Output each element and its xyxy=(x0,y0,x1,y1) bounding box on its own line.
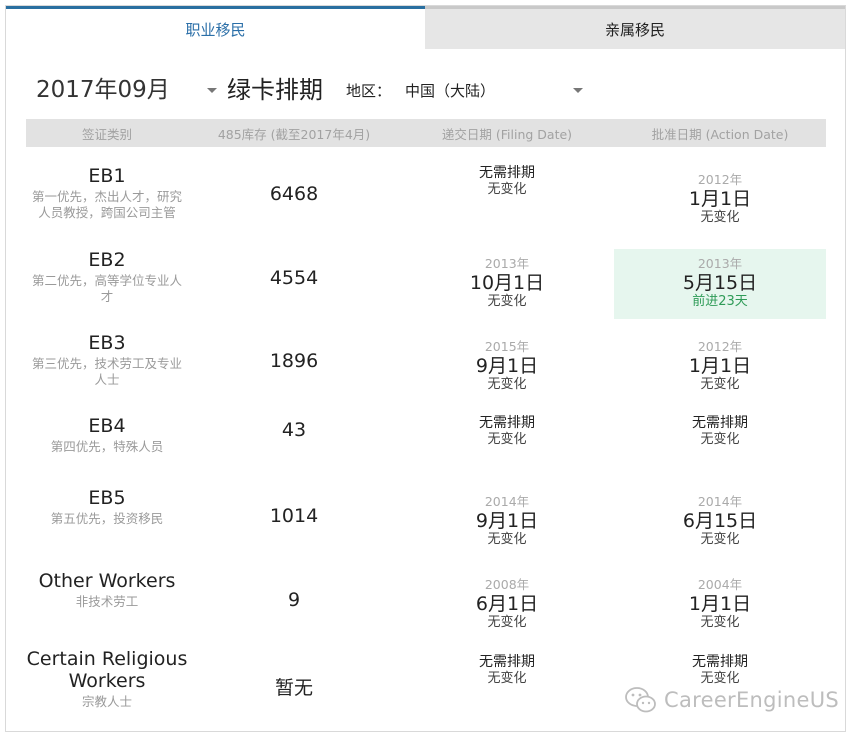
date-value: 5月15日 xyxy=(682,272,758,294)
category-code: EB3 xyxy=(88,332,126,354)
date-year: 2008年 xyxy=(484,577,530,592)
category-cell: EB5 第五优先，投资移民 xyxy=(26,487,188,527)
filter-bar: 2017年09月 绿卡排期 地区： 中国（大陆） xyxy=(6,66,845,110)
category-description: 宗教人士 xyxy=(81,694,132,709)
category-cell: EB4 第四优先，特殊人员 xyxy=(26,415,188,455)
advance-text: 前进23天 xyxy=(692,294,748,309)
category-description: 第五优先，投资移民 xyxy=(50,511,164,526)
inventory-count: 1014 xyxy=(269,505,319,527)
change-text: 无变化 xyxy=(700,210,740,225)
inventory-count: 43 xyxy=(281,419,307,441)
category-code: EB2 xyxy=(88,249,126,271)
no-wait-text: 无需排期 xyxy=(692,654,748,670)
table-row: EB2 第二优先，高等学位专业人才 4554 2013年 10月1日 无变化 2013年 5月… xyxy=(26,231,826,319)
no-wait-text: 无需排期 xyxy=(479,654,535,670)
column-header: 递交日期 (Filing Date) xyxy=(441,126,573,142)
category-description: 第二优先，高等学位专业人才 xyxy=(31,273,182,304)
watermark-text: CareerEngineUS xyxy=(664,688,840,712)
date-year: 2015年 xyxy=(484,339,530,354)
table-row: EB4 第四优先，特殊人员 43 无需排期 无变化 无需排期 无变化 xyxy=(26,397,826,469)
date-year: 2012年 xyxy=(697,339,743,354)
change-text: 无变化 xyxy=(487,671,527,686)
category-description: 非技术劳工 xyxy=(75,594,139,609)
category-description: 第四优先，特殊人员 xyxy=(50,439,164,454)
category-cell: EB2 第二优先，高等学位专业人才 xyxy=(26,249,188,305)
change-text: 无变化 xyxy=(487,615,527,630)
date-value: 9月1日 xyxy=(475,510,539,532)
inventory-count: 1896 xyxy=(269,350,319,372)
change-text: 无变化 xyxy=(700,532,740,547)
date-year: 2014年 xyxy=(697,494,743,509)
change-text: 无变化 xyxy=(700,377,740,392)
date-value: 6月15日 xyxy=(682,510,758,532)
table-row: EB3 第三优先，技术劳工及专业人士 1896 2015年 9月1日 无变化 2012年 1月… xyxy=(26,314,826,397)
visa-bulletin-panel: 职业移民 亲属移民 2017年09月 绿卡排期 地区： 中国（大陆） 签证类别 … xyxy=(5,5,846,732)
change-text: 无变化 xyxy=(487,432,527,447)
change-text: 无变化 xyxy=(700,615,740,630)
category-cell: Certain Religious Workers 宗教人士 xyxy=(26,648,188,710)
date-value: 1月1日 xyxy=(688,593,752,615)
category-code: Certain Religious Workers xyxy=(26,648,188,692)
change-text: 无变化 xyxy=(487,532,527,547)
category-code: EB5 xyxy=(88,487,126,509)
change-text: 无变化 xyxy=(487,377,527,392)
date-year: 2012年 xyxy=(697,172,743,187)
category-cell: Other Workers 非技术劳工 xyxy=(26,570,188,610)
date-value: 9月1日 xyxy=(475,355,539,377)
change-text: 无变化 xyxy=(487,294,527,309)
category-code: Other Workers xyxy=(38,570,176,592)
change-text: 无变化 xyxy=(487,182,527,197)
table-header: 签证类别 485库存 (截至2017年4月) 递交日期 (Filing Date… xyxy=(26,119,826,147)
tab-family[interactable]: 亲属移民 xyxy=(425,6,845,49)
inventory-count: 9 xyxy=(287,589,301,611)
category-description: 第一优先，杰出人才，研究人员教授，跨国公司主管 xyxy=(31,189,182,220)
column-header: 签证类别 xyxy=(81,126,132,142)
change-text: 无变化 xyxy=(700,432,740,447)
inventory-count: 4554 xyxy=(269,267,319,289)
category-cell: EB3 第三优先，技术劳工及专业人士 xyxy=(26,332,188,388)
chevron-down-icon[interactable] xyxy=(207,88,217,93)
page-title: 绿卡排期 xyxy=(227,76,323,104)
category-cell: EB1 第一优先，杰出人才，研究人员教授，跨国公司主管 xyxy=(26,165,188,221)
no-wait-text: 无需排期 xyxy=(692,415,748,431)
category-code: EB4 xyxy=(88,415,126,437)
date-value: 1月1日 xyxy=(688,355,752,377)
tab-employment[interactable]: 职业移民 xyxy=(6,6,425,49)
category-description: 第三优先，技术劳工及专业人士 xyxy=(31,356,182,387)
column-header: 485库存 (截至2017年4月) xyxy=(217,126,371,142)
chevron-down-icon[interactable] xyxy=(573,88,583,93)
date-year: 2013年 xyxy=(484,256,530,271)
date-year: 2014年 xyxy=(484,494,530,509)
date-year: 2013年 xyxy=(697,256,743,271)
region-label: 地区： xyxy=(346,82,392,100)
inventory-count: 6468 xyxy=(269,183,319,205)
no-wait-text: 无需排期 xyxy=(479,415,535,431)
watermark: CareerEngineUS xyxy=(624,685,839,715)
date-value: 1月1日 xyxy=(688,188,752,210)
table-row: EB5 第五优先，投资移民 1014 2014年 9月1日 无变化 2014年 6月15日 无变… xyxy=(26,469,826,552)
date-value: 10月1日 xyxy=(469,272,545,294)
wechat-icon xyxy=(625,687,656,713)
month-select[interactable]: 2017年09月 xyxy=(36,70,170,104)
month-value: 2017年09月 xyxy=(36,77,170,103)
date-value: 6月1日 xyxy=(475,593,539,615)
inventory-count: 暂无 xyxy=(274,677,313,699)
date-year: 2004年 xyxy=(697,577,743,592)
table-row: EB1 第一优先，杰出人才，研究人员教授，跨国公司主管 6468 无需排期 无变化 201… xyxy=(26,147,826,231)
category-code: EB1 xyxy=(88,165,126,187)
category-tabs: 职业移民 亲属移民 xyxy=(6,6,845,49)
column-header: 批准日期 (Action Date) xyxy=(651,126,789,142)
region-select[interactable]: 中国（大陆） xyxy=(405,80,495,101)
table-row: Other Workers 非技术劳工 9 2008年 6月1日 无变化 2004年 1月1日… xyxy=(26,552,826,636)
priority-date-table: 签证类别 485库存 (截至2017年4月) 递交日期 (Filing Date… xyxy=(26,119,826,709)
no-wait-text: 无需排期 xyxy=(479,165,535,181)
